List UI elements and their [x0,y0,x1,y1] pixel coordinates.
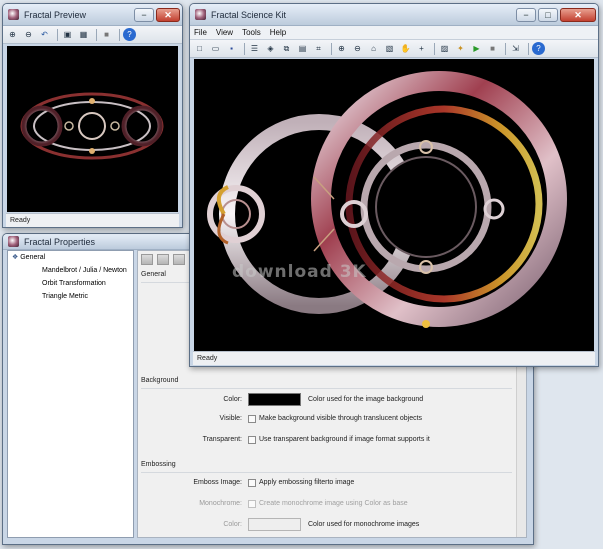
minimize-button[interactable]: − [134,7,154,22]
gallery-icon[interactable]: ◈ [264,42,277,55]
panel-heading: General [141,271,166,278]
play-icon[interactable]: ▶ [470,42,483,55]
paste-icon[interactable]: ▤ [296,42,309,55]
divider [141,388,512,389]
tree-item-label: Triangle Metric [42,293,89,300]
transparent-checkbox[interactable] [248,436,256,444]
select-icon[interactable]: ▧ [383,42,396,55]
monochrome-label: Monochrome: [199,500,242,507]
window-title: Fractal Science Kit [211,9,287,20]
preview-title-bar[interactable]: Fractal Preview − ✕ [3,4,182,26]
undo-icon[interactable]: ↶ [38,28,51,41]
toolbar-separator [505,42,506,55]
status-bar: Ready [193,351,595,365]
emboss-text: Apply embossing filterto image [259,479,355,486]
toolbar-separator [434,42,435,55]
tree-item[interactable]: Orbit Transformation [8,277,133,290]
app-icon [8,9,19,20]
close-button[interactable]: ✕ [560,7,596,22]
embossing-heading: Embossing [141,461,176,468]
categorize-icon[interactable] [157,254,169,265]
zoom-out-icon[interactable]: ⊖ [351,42,364,55]
zoom-out-icon[interactable]: ⊖ [22,28,35,41]
app-icon [195,9,206,20]
export-icon[interactable]: ⇲ [509,42,522,55]
sort-icon[interactable] [141,254,153,265]
close-button[interactable]: ✕ [156,7,180,22]
background-heading: Background [141,377,179,384]
new-icon[interactable]: □ [193,42,206,55]
home-icon[interactable]: ⌂ [367,42,380,55]
toolbar-separator [96,28,97,41]
help-icon[interactable]: ? [532,42,545,55]
fit-window-icon[interactable]: ▦ [77,28,90,41]
bg-color-swatch[interactable] [248,393,301,406]
transparent-label: Transparent: [202,436,242,443]
node-icon: ❖ [12,254,21,261]
main-title-bar[interactable]: Fractal Science Kit − □ ✕ [190,4,598,26]
emboss-label: Emboss Image: [193,479,242,486]
tree-item-label: Mandelbrot / Julia / Newton [42,267,127,274]
preview-toolbar: ⊕ ⊖ ↶ ▣ ▦ ■? [3,26,182,44]
window-title: Fractal Preview [24,9,87,20]
tree-item-label: Orbit Transformation [42,280,106,287]
fractal-preview-window: Fractal Preview − ✕ ⊕ ⊖ ↶ ▣ ▦ ■? Ready [2,3,183,228]
app-icon [8,236,19,247]
toolbar-separator [528,42,529,55]
emboss-checkbox[interactable] [248,479,256,487]
bg-color-label: Color: [223,396,242,403]
wand-icon[interactable]: ✦ [454,42,467,55]
toolbar-separator [57,28,58,41]
property-tree: ❖ General Mandelbrot / Julia / Newton Orbi… [7,250,134,538]
maximize-button[interactable]: □ [538,7,558,22]
main-toolbar: □ ▭ ▪ ☰ ◈ ⧉ ▤ ⌗ ⊕ ⊖ ⌂ ▧ ✋ + ▨ ✦ ▶ ■ ⇲? [190,40,598,58]
save-icon[interactable]: ▪ [225,42,238,55]
crosshair-icon[interactable]: + [415,42,428,55]
toolbar-separator [331,42,332,55]
visible-checkbox[interactable] [248,415,256,423]
mono-color-label: Color: [223,521,242,528]
mono-color-desc: Color used for monochrome images [308,521,420,528]
preview-fractal-image [20,92,164,160]
monochrome-text: Create monochrome image using Color as b… [259,500,408,507]
tree-item[interactable]: Triangle Metric [8,290,133,303]
fit-icon[interactable]: ▣ [61,28,74,41]
visible-label: Visible: [219,415,242,422]
menu-help[interactable]: Help [270,28,286,37]
transparent-text: Use transparent background if image form… [259,436,430,443]
fractal-image [207,71,567,328]
mono-color-swatch[interactable] [248,518,301,531]
stop-icon[interactable]: ■ [100,28,113,41]
stop-icon[interactable]: ■ [486,42,499,55]
bg-color-desc: Color used for the image background [308,396,424,403]
menu-view[interactable]: View [216,28,233,37]
zoom-in-icon[interactable]: ⊕ [335,42,348,55]
divider [141,472,512,473]
menu-file[interactable]: File [194,28,207,37]
help-icon[interactable]: ? [123,28,136,41]
open-icon[interactable]: ▭ [209,42,222,55]
main-window: Fractal Science Kit − □ ✕ File View Tools H… [189,3,599,367]
toolbar-separator [119,28,120,41]
properties-icon[interactable]: ☰ [248,42,261,55]
crop-icon[interactable]: ⌗ [312,42,325,55]
minimize-button[interactable]: − [516,7,536,22]
watermark-text: download 3K [232,262,367,282]
fractal-canvas[interactable] [194,59,594,351]
copy-icon[interactable]: ⧉ [280,42,293,55]
status-bar: Ready [6,213,179,227]
zoom-in-icon[interactable]: ⊕ [6,28,19,41]
pages-icon[interactable] [173,254,185,265]
toolbar-separator [244,42,245,55]
monochrome-checkbox[interactable] [248,500,256,508]
tree-item[interactable]: Mandelbrot / Julia / Newton [8,264,133,277]
menu-bar: File View Tools Help [190,26,598,40]
preview-icon[interactable]: ▨ [438,42,451,55]
menu-tools[interactable]: Tools [242,28,261,37]
tree-item[interactable]: ❖ General [8,251,133,264]
pan-icon[interactable]: ✋ [399,42,412,55]
preview-canvas[interactable] [7,46,178,212]
tree-item-label: General [20,254,46,261]
visible-text: Make background visible through transluc… [259,415,423,422]
